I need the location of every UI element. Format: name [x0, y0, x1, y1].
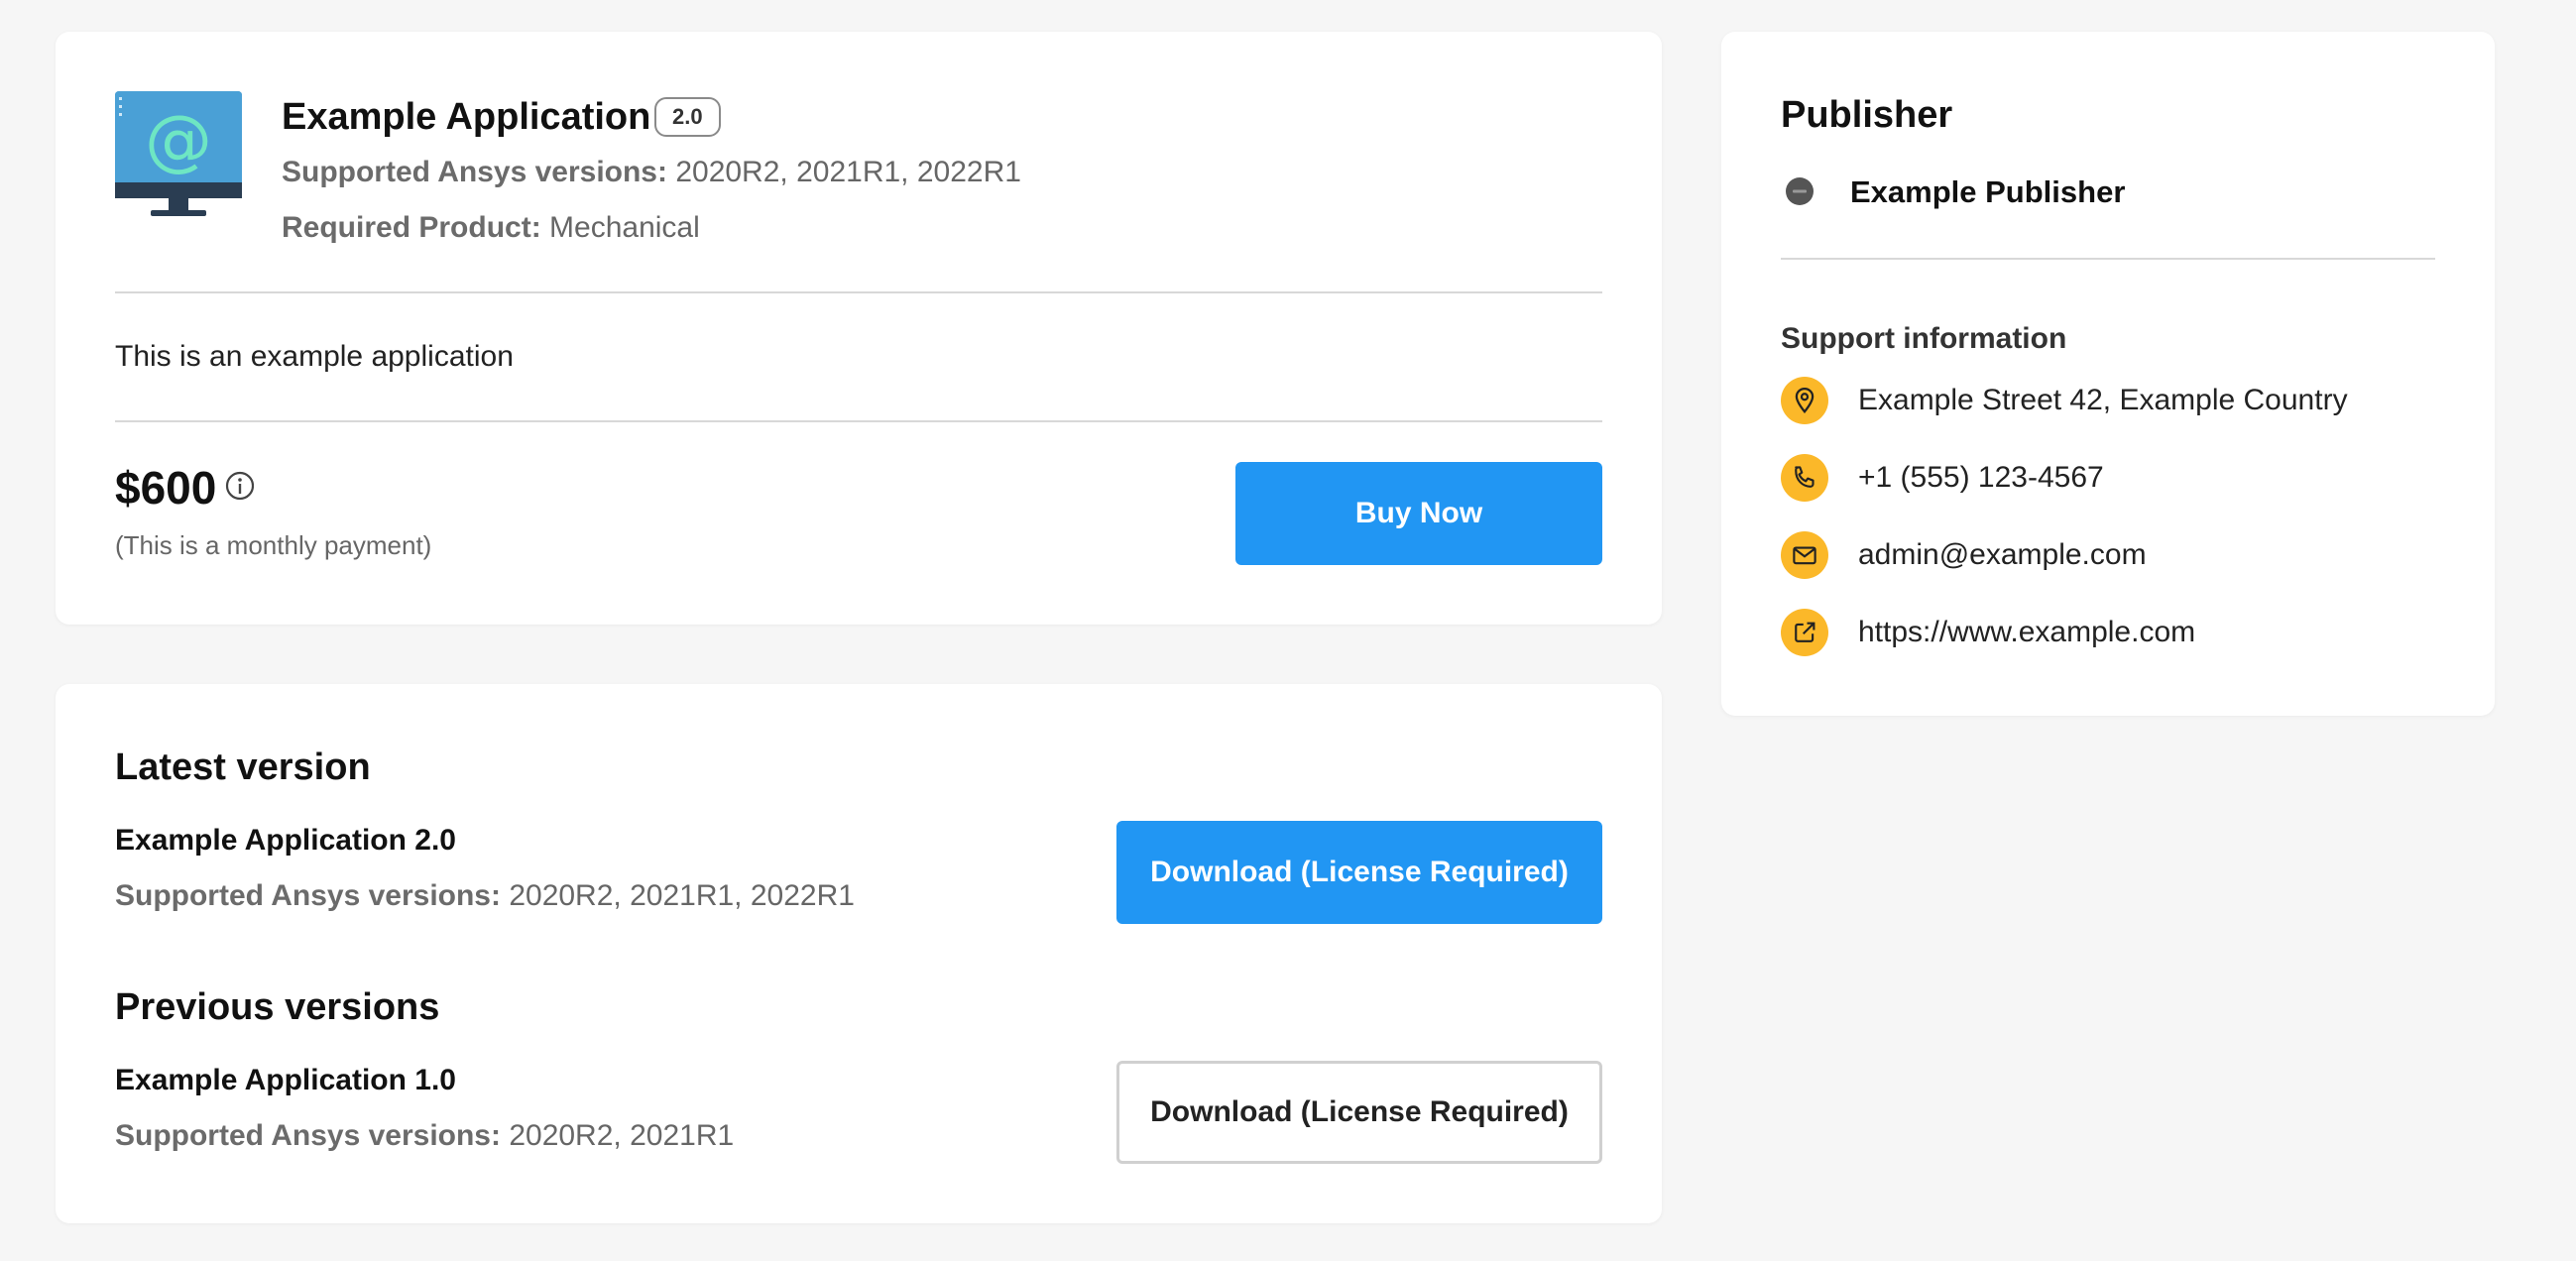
required-product-value: Mechanical [540, 211, 700, 244]
svg-text:@: @ [145, 101, 212, 179]
price-note: (This is a monthly payment) [115, 530, 432, 560]
supported-versions-value: 2020R2, 2021R1, 2022R1 [666, 156, 1021, 188]
divider [115, 420, 1602, 422]
latest-supported-value: 2020R2, 2021R1, 2022R1 [500, 879, 855, 912]
version-badge: 2.0 [654, 97, 721, 137]
info-icon[interactable] [224, 470, 256, 502]
versions-card: Latest version Example Application 2.0 S… [56, 684, 1662, 1223]
publisher-name[interactable]: Example Publisher [1850, 172, 2125, 212]
latest-version-heading: Latest version [115, 746, 371, 788]
price: $600 [115, 462, 217, 514]
latest-supported-versions: Supported Ansys versions: 2020R2, 2021R1… [115, 876, 855, 916]
supported-versions: Supported Ansys versions: 2020R2, 2021R1… [282, 153, 1021, 192]
download-latest-button[interactable]: Download (License Required) [1116, 821, 1602, 924]
publisher-card: Publisher Example Publisher Support info… [1721, 32, 2495, 716]
location-pin-icon [1781, 377, 1828, 424]
latest-version-name: Example Application 2.0 [115, 824, 456, 857]
support-email[interactable]: admin@example.com [1858, 535, 2147, 575]
previous-version-name: Example Application 1.0 [115, 1064, 456, 1096]
required-product-label: Required Product: [282, 211, 541, 244]
mail-icon [1781, 531, 1828, 579]
latest-supported-label: Supported Ansys versions: [115, 879, 501, 912]
support-address: Example Street 42, Example Country [1858, 384, 2348, 416]
app-description: This is an example application [115, 340, 514, 373]
phone-icon [1781, 454, 1828, 502]
app-title: Example Application [282, 96, 651, 138]
external-link-icon [1781, 609, 1828, 656]
support-phone[interactable]: +1 (555) 123-4567 [1858, 458, 2104, 498]
support-website[interactable]: https://www.example.com [1858, 613, 2195, 652]
publisher-heading: Publisher [1781, 94, 1953, 136]
previous-versions-heading: Previous versions [115, 986, 440, 1028]
supported-versions-label: Supported Ansys versions: [282, 156, 667, 188]
buy-now-button[interactable]: Buy Now [1235, 462, 1602, 565]
download-previous-button[interactable]: Download (License Required) [1116, 1061, 1602, 1164]
app-card: @ Example Application 2.0 Supported Ansy… [56, 32, 1662, 625]
required-product: Required Product: Mechanical [282, 208, 700, 248]
publisher-logo-icon [1786, 177, 1814, 205]
support-info-heading: Support information [1781, 322, 2067, 355]
previous-supported-versions: Supported Ansys versions: 2020R2, 2021R1 [115, 1116, 734, 1156]
divider [1781, 258, 2435, 260]
divider [115, 291, 1602, 293]
app-monitor-icon: @ [115, 91, 242, 216]
previous-supported-label: Supported Ansys versions: [115, 1119, 501, 1152]
previous-supported-value: 2020R2, 2021R1 [500, 1119, 735, 1152]
